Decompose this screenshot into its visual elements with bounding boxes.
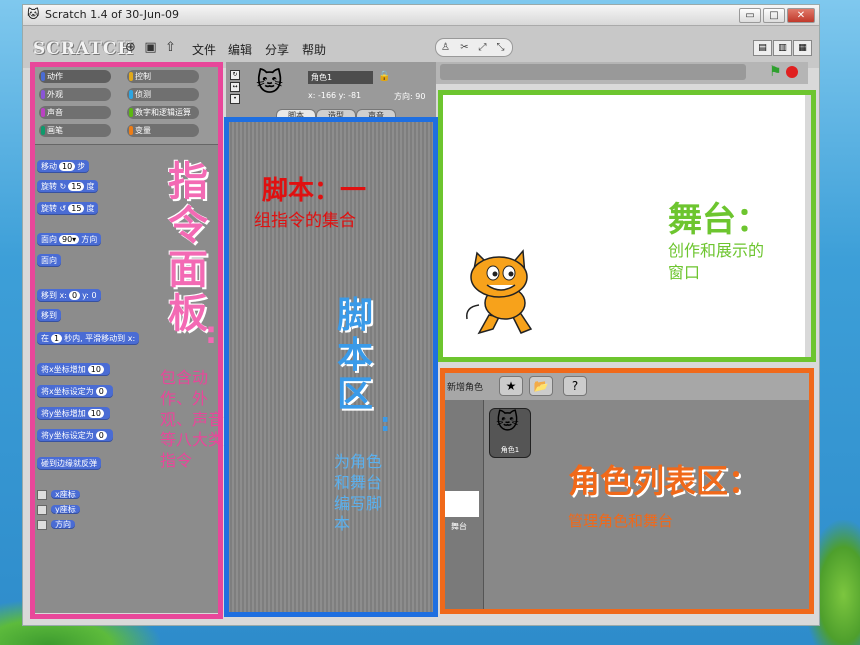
green-flag-icon[interactable]: ⚑ (769, 64, 782, 80)
palette-highlight-frame (30, 62, 223, 619)
script-annotation-desc: 组指令的集合 (254, 211, 356, 231)
small-stage-icon[interactable]: ▤ (753, 40, 772, 56)
globe-icon[interactable]: ⊕ (123, 40, 138, 55)
menu-edit[interactable]: 编辑 (228, 41, 252, 58)
sprite-thumbnail: 🐱 (256, 68, 284, 98)
scratch-logo: SCRATCH (33, 39, 135, 59)
flip-icon[interactable]: ↔ (230, 82, 240, 92)
scratch-cat-icon: 🐱 (27, 7, 40, 21)
no-rotate-icon[interactable]: • (230, 94, 240, 104)
normal-stage-icon[interactable]: ▥ (773, 40, 792, 56)
delete-icon[interactable]: ✂ (456, 40, 473, 55)
rotate-all-icon[interactable]: ↻ (230, 70, 240, 80)
palette-annotation-title: 指令面板 (168, 159, 208, 337)
stop-button[interactable] (786, 66, 798, 78)
stage-title-bar (440, 64, 746, 80)
stage-annotation-desc: 创作和展示的窗口 (668, 241, 765, 283)
grow-icon[interactable]: ⤢ (474, 40, 491, 55)
menu-share[interactable]: 分享 (265, 41, 289, 58)
sprite-info-panel: ↻ ↔ • 🐱 角色1 🔒 x: -166 y: -81 方向: 90 脚本 造… (226, 62, 436, 123)
stage-toolbar: ⚑ (436, 62, 808, 84)
sprite-list-annotation-desc: 管理角色和舞台 (568, 512, 674, 530)
close-button[interactable]: ✕ (787, 8, 815, 23)
duplicate-icon[interactable]: ♙ (437, 40, 454, 55)
lock-icon[interactable]: 🔒 (378, 71, 390, 82)
scripts-area-annotation-title: 脚本区 (336, 295, 373, 416)
title-bar: 🐱 Scratch 1.4 of 30-Jun-09 ▭ □ ✕ (23, 5, 819, 26)
sprite-tools: ♙ ✂ ⤢ ⤡ (435, 38, 513, 57)
shrink-icon[interactable]: ⤡ (492, 40, 509, 55)
menu-help[interactable]: 帮助 (302, 41, 326, 58)
sprite-direction: 方向: 90 (394, 92, 426, 101)
minimize-button[interactable]: ▭ (739, 8, 761, 23)
palette-annotation-colon: : (205, 316, 217, 351)
script-annotation-title: 脚本：一 (262, 176, 367, 206)
window-title: Scratch 1.4 of 30-Jun-09 (45, 8, 179, 21)
palette-annotation-desc: 包含动作、外观、声音等八大类指令 (160, 368, 225, 471)
share-icon[interactable]: ⇧ (163, 40, 178, 55)
presentation-icon[interactable]: ▦ (793, 40, 812, 56)
sprite-list-annotation-title: 角色列表区： (568, 462, 761, 500)
menu-file[interactable]: 文件 (192, 41, 216, 58)
sprite-coordinates: x: -166 y: -81 (308, 91, 362, 100)
sprite-name-input[interactable]: 角色1 (308, 71, 373, 84)
stage-annotation-title: 舞台： (668, 200, 770, 240)
maximize-button[interactable]: □ (763, 8, 785, 23)
scripts-area-annotation-desc: 为角色和舞台编写脚本 (334, 452, 383, 534)
scripts-area-annotation-colon: : (380, 408, 391, 438)
save-icon[interactable]: ▣ (143, 40, 158, 55)
